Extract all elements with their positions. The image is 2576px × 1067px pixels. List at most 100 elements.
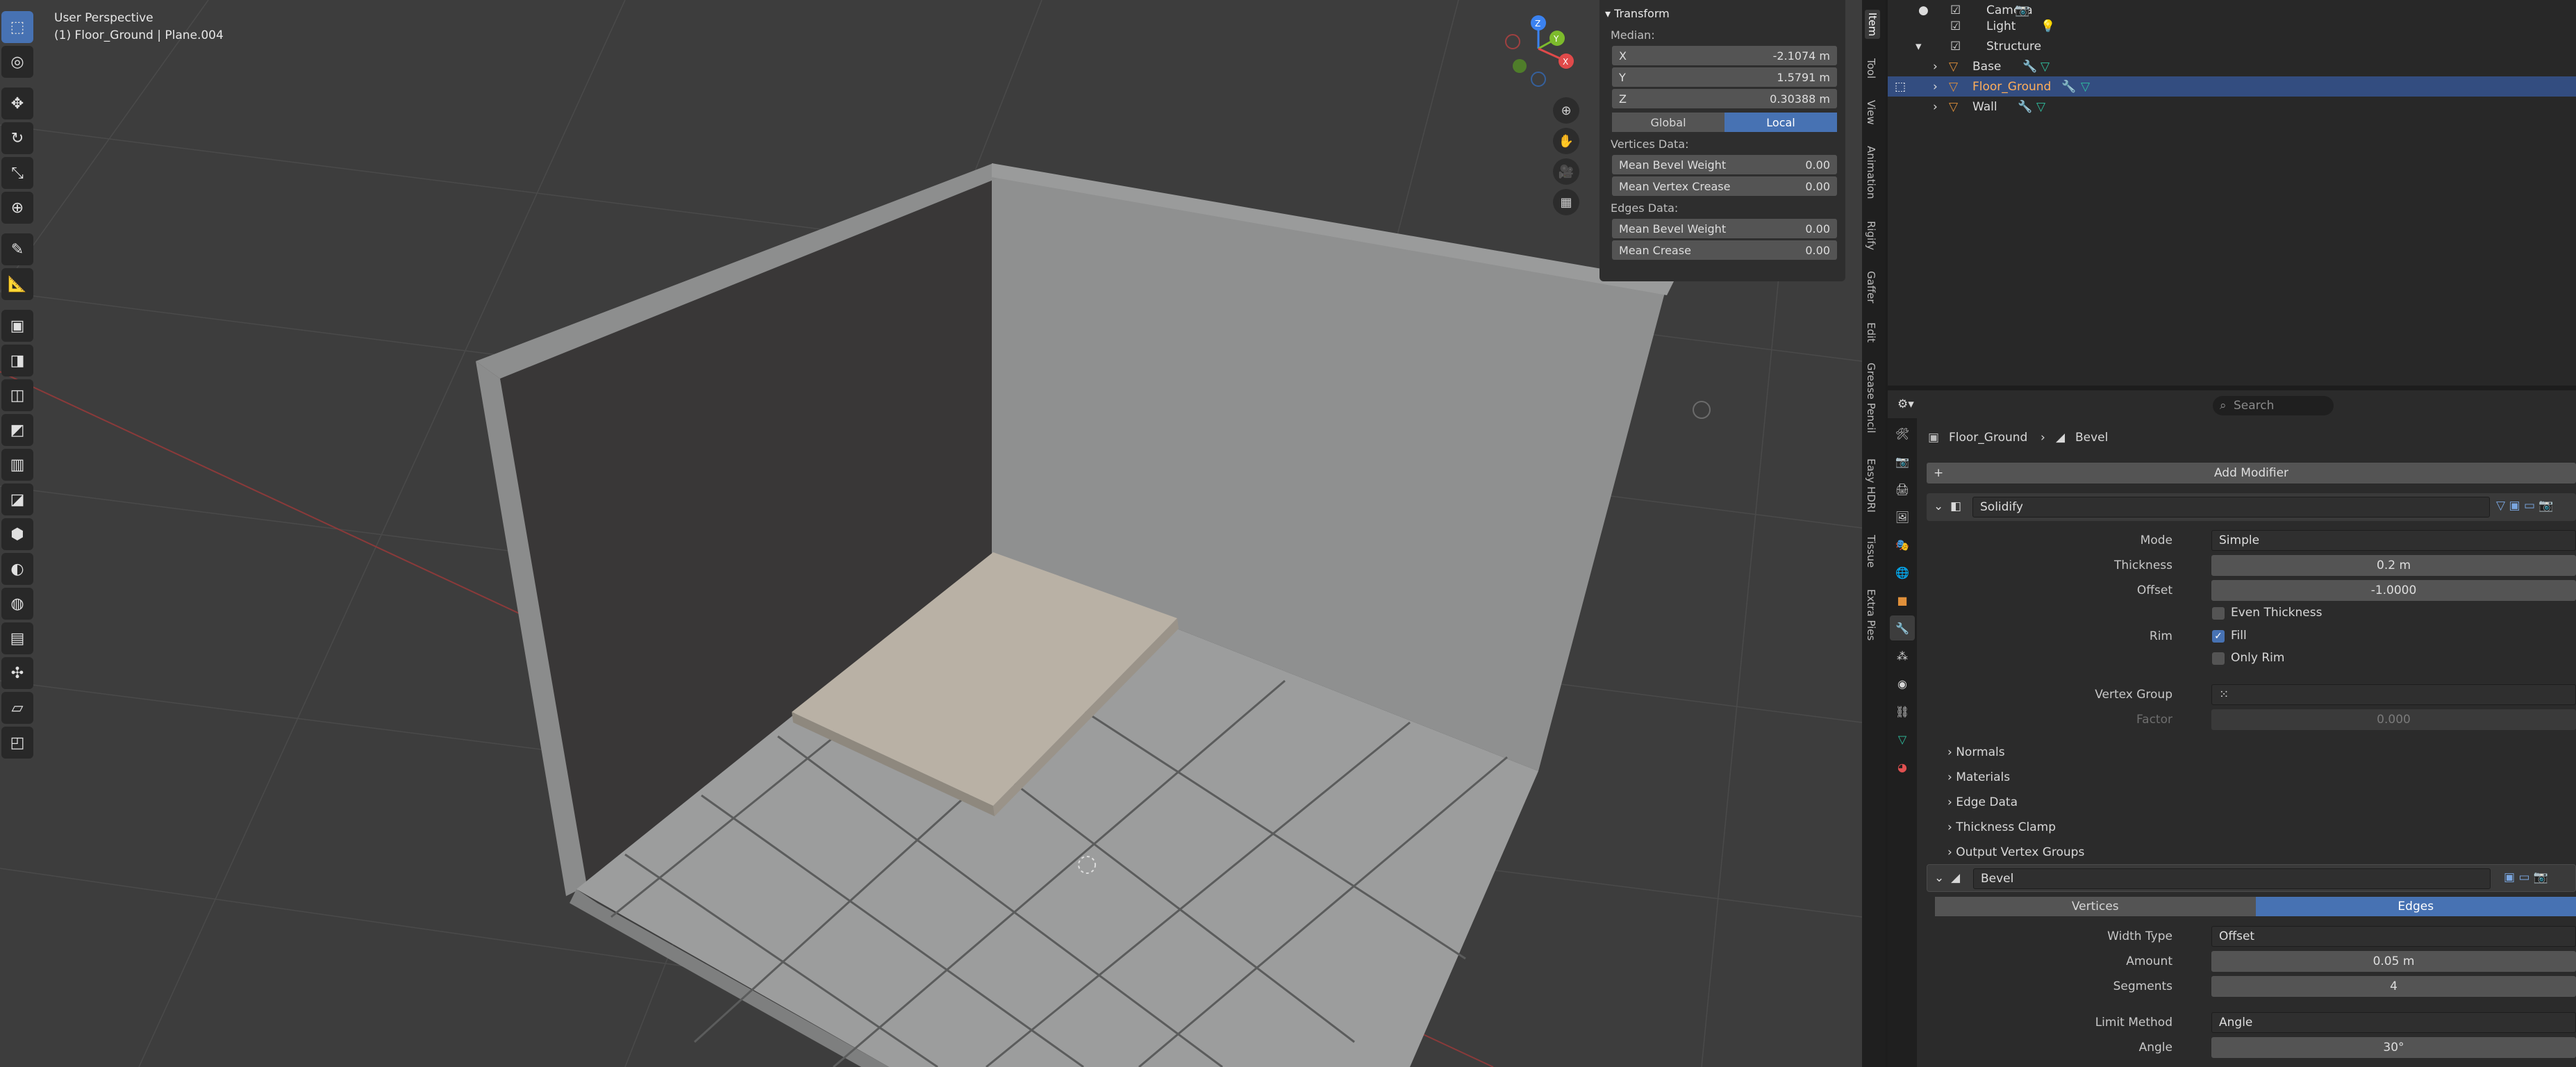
local-button[interactable]: Local — [1725, 113, 1837, 132]
output-tab-icon[interactable]: 🖨 — [1890, 477, 1915, 502]
add-cube-icon[interactable]: ▣ — [1, 310, 33, 342]
camera-view-icon[interactable]: 🎥 — [1553, 158, 1579, 185]
fill-checkbox[interactable]: ✓ — [2212, 630, 2225, 643]
tab-extra-pies[interactable]: Extra Pies — [1865, 589, 1877, 640]
select-icon[interactable]: ⬚ — [1895, 80, 1906, 94]
tool-tab-icon[interactable]: 🛠 — [1890, 421, 1915, 446]
move-icon[interactable]: ✥ — [1, 88, 33, 119]
tab-edit[interactable]: Edit — [1865, 322, 1877, 342]
knife-icon[interactable]: ◪ — [1, 483, 33, 515]
transform-icon[interactable]: ⊕ — [1, 192, 33, 224]
tab-easy-hdri[interactable]: Easy HDRI — [1865, 458, 1877, 513]
chevron-right-icon[interactable]: › — [1933, 60, 1938, 74]
tab-tool[interactable]: Tool — [1865, 58, 1877, 78]
inset-icon[interactable]: ◫ — [1, 379, 33, 411]
properties-search[interactable]: ⌕ Search — [2213, 396, 2334, 415]
angle-field[interactable]: 30° — [2211, 1037, 2576, 1058]
tab-item[interactable]: Item — [1865, 10, 1880, 40]
smooth-icon[interactable]: ◍ — [1, 588, 33, 620]
data-tab-icon[interactable]: ▽ — [1890, 727, 1915, 752]
solidify-name-field[interactable]: Solidify — [1972, 497, 2490, 518]
tab-view[interactable]: View — [1865, 100, 1877, 125]
tab-tissue[interactable]: Tissue — [1865, 535, 1877, 568]
thickness-clamp-section[interactable]: › Thickness Clamp — [1947, 820, 2056, 834]
materials-section[interactable]: › Materials — [1947, 770, 2010, 784]
edge-slide-icon[interactable]: ▤ — [1, 622, 33, 654]
shrink-fatten-icon[interactable]: ✣ — [1, 657, 33, 689]
editor-type-icon[interactable]: ⚙▾ — [1897, 397, 1914, 411]
collection-checkbox-icon[interactable]: ☑ — [1950, 19, 1961, 33]
limit-method-dropdown[interactable]: Angle — [2211, 1012, 2576, 1033]
factor-field[interactable]: 0.000 — [2211, 709, 2576, 730]
poly-build-icon[interactable]: ⬢ — [1, 518, 33, 550]
loop-cut-icon[interactable]: ▥ — [1, 449, 33, 481]
median-y-field[interactable]: Y 1.5791 m — [1612, 67, 1837, 87]
outliner-row-wall[interactable]: › ▽ Wall 🔧 ▽ — [1888, 97, 2576, 117]
tab-animation[interactable]: Animation — [1865, 146, 1877, 199]
vertex-group-field[interactable]: ⁙ — [2211, 684, 2576, 705]
add-modifier-button[interactable]: + Add Modifier — [1927, 463, 2576, 483]
vertex-crease-field[interactable]: Mean Vertex Crease 0.00 — [1612, 176, 1837, 196]
spin-icon[interactable]: ◐ — [1, 553, 33, 585]
modifier-toggle-icons[interactable]: ▣ ▭ 📷 — [2504, 870, 2548, 884]
eye-icon[interactable]: ● — [1918, 3, 1929, 17]
bevel-modifier-header[interactable]: ⌄ ◢ Bevel ▣ ▭ 📷 — [1927, 864, 2576, 892]
bevel-name-field[interactable]: Bevel — [1973, 868, 2491, 889]
chevron-down-icon[interactable]: ▾ — [1916, 40, 1922, 53]
outliner-row-floor-ground[interactable]: ⬚ › ▽ Floor_Ground 🔧 ▽ — [1888, 76, 2576, 97]
cursor-icon[interactable]: ◎ — [1, 46, 33, 78]
pan-hand-icon[interactable]: ✋ — [1553, 128, 1579, 154]
width-type-dropdown[interactable]: Offset — [2211, 926, 2576, 947]
shear-icon[interactable]: ▱ — [1, 692, 33, 724]
segments-field[interactable]: 4 — [2211, 976, 2576, 997]
chevron-right-icon[interactable]: › — [1933, 100, 1938, 114]
tab-grease-pencil[interactable]: Grease Pencil — [1865, 363, 1877, 433]
solidify-modifier-header[interactable]: ⌄ ◧ Solidify ▽ ▣ ▭ 📷 — [1927, 493, 2576, 521]
annotate-icon[interactable]: ✎ — [1, 233, 33, 265]
rip-icon[interactable]: ◰ — [1, 727, 33, 759]
collection-checkbox-icon[interactable]: ☑ — [1950, 40, 1961, 53]
modifier-toggle-icons[interactable]: ▽ ▣ ▭ 📷 — [2496, 499, 2554, 513]
edge-crease-field[interactable]: Mean Crease 0.00 — [1612, 240, 1837, 260]
select-box-icon[interactable]: ⬚ — [1, 11, 33, 43]
output-vertex-groups-section[interactable]: › Output Vertex Groups — [1947, 845, 2084, 859]
only-rim-checkbox[interactable] — [2212, 652, 2225, 665]
even-thickness-checkbox[interactable] — [2212, 607, 2225, 620]
chevron-right-icon[interactable]: › — [1933, 80, 1938, 94]
render-tab-icon[interactable]: 📷 — [1890, 449, 1915, 474]
tab-rigify[interactable]: Rigify — [1865, 221, 1877, 250]
tab-gaffer[interactable]: Gaffer — [1865, 271, 1877, 304]
amount-field[interactable]: 0.05 m — [2211, 951, 2576, 972]
vertices-button[interactable]: Vertices — [1935, 897, 2256, 916]
rotate-icon[interactable]: ↻ — [1, 122, 33, 154]
thickness-field[interactable]: 0.2 m — [2211, 555, 2576, 576]
outliner-row-structure[interactable]: ▾ ☑ Structure — [1888, 36, 2576, 56]
collection-checkbox-icon[interactable]: ☑ — [1950, 3, 1961, 17]
scale-icon[interactable]: ⤡ — [1, 157, 33, 189]
median-x-field[interactable]: X -2.1074 m — [1612, 46, 1837, 65]
extrude-icon[interactable]: ◨ — [1, 345, 33, 377]
transform-header[interactable]: ▾ Transform — [1605, 7, 1840, 20]
scene-canvas[interactable]: Z Y X — [0, 0, 1862, 1067]
normals-section[interactable]: › Normals — [1947, 745, 2005, 759]
chevron-down-icon[interactable]: ⌄ — [1934, 499, 1943, 513]
particles-tab-icon[interactable]: ⁂ — [1890, 643, 1915, 668]
zoom-icon[interactable]: ⊕ — [1553, 97, 1579, 124]
chevron-down-icon[interactable]: ⌄ — [1934, 871, 1944, 885]
global-button[interactable]: Global — [1612, 113, 1725, 132]
measure-icon[interactable]: 📐 — [1, 268, 33, 300]
physics-tab-icon[interactable]: ◉ — [1890, 671, 1915, 696]
constraints-tab-icon[interactable]: ⛓ — [1890, 699, 1915, 724]
world-tab-icon[interactable]: 🌐 — [1890, 560, 1915, 585]
edge-bevel-weight-field[interactable]: Mean Bevel Weight 0.00 — [1612, 219, 1837, 238]
material-tab-icon[interactable]: ◕ — [1890, 754, 1915, 779]
ortho-grid-icon[interactable]: ▦ — [1553, 189, 1579, 215]
view-layer-tab-icon[interactable]: 🖼 — [1890, 504, 1915, 529]
modifier-tab-icon[interactable]: 🔧 — [1890, 615, 1915, 640]
bevel-icon[interactable]: ◩ — [1, 414, 33, 446]
edge-data-section[interactable]: › Edge Data — [1947, 795, 2018, 809]
navigation-gizmo[interactable]: Z Y X — [1505, 15, 1574, 87]
median-z-field[interactable]: Z 0.30388 m — [1612, 89, 1837, 108]
3d-viewport[interactable]: Z Y X User Perspective (1) Floor_Ground … — [0, 0, 1862, 1067]
edges-button[interactable]: Edges — [2255, 897, 2576, 916]
